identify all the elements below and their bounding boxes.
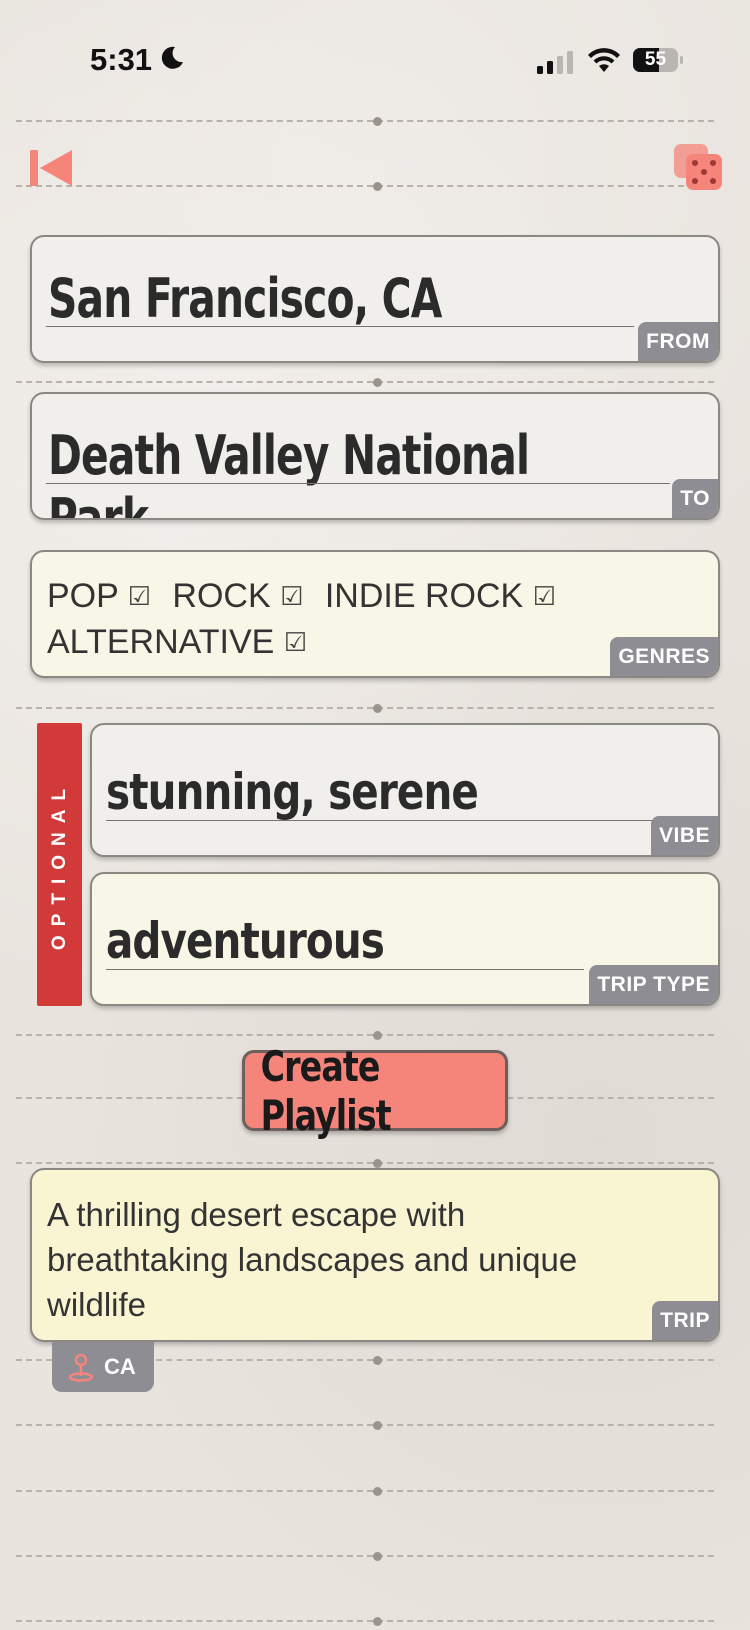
genre-item[interactable]: INDIE ROCK ☑: [325, 574, 556, 620]
trip-description: A thrilling desert escape with breathtak…: [47, 1196, 578, 1323]
moon-icon: [161, 46, 183, 69]
to-underline: [46, 483, 670, 484]
cellular-signal-icon: [537, 51, 573, 74]
ruled-line: [16, 704, 714, 713]
from-underline: [46, 326, 634, 327]
to-value: Death Valley National Park: [48, 424, 530, 520]
ruled-line: [16, 1031, 714, 1040]
checkbox-icon: ☑: [280, 582, 304, 612]
vibe-field[interactable]: stunning, serene VIBE: [90, 723, 720, 857]
wifi-icon: [588, 48, 620, 72]
vibe-value: stunning, serene: [106, 763, 479, 821]
trip-type-underline: [106, 969, 584, 970]
ruled-line: [16, 378, 714, 387]
checkbox-icon: ☑: [127, 582, 151, 612]
genres-list: POP ☑ ROCK ☑ INDIE ROCK ☑ ALTERNATIVE ☑: [47, 574, 598, 666]
trip-type-field[interactable]: adventurous TRIP TYPE: [90, 872, 720, 1006]
battery-level: 55: [644, 49, 667, 70]
location-pin-icon: [68, 1353, 94, 1382]
trip-card: A thrilling desert escape with breathtak…: [30, 1168, 720, 1342]
checkbox-icon: ☑: [283, 628, 308, 658]
battery-icon: 55: [632, 46, 684, 74]
ruled-line: [16, 1159, 714, 1168]
skip-back-icon[interactable]: [30, 148, 76, 188]
genre-item[interactable]: POP ☑: [47, 574, 151, 620]
status-time: 5:31: [90, 42, 153, 77]
vibe-tag: VIBE: [650, 816, 718, 855]
location-chip[interactable]: CA: [52, 1342, 154, 1392]
genre-item[interactable]: ALTERNATIVE ☑: [47, 620, 307, 666]
ruled-line: [16, 1552, 714, 1561]
to-field[interactable]: Death Valley National Park TO: [30, 392, 720, 520]
ruled-line: [16, 1617, 714, 1626]
optional-label: OPTIONAL: [48, 779, 70, 950]
create-playlist-label: Create Playlist: [260, 1041, 392, 1140]
ruled-line: [16, 1487, 714, 1496]
checkbox-icon: ☑: [532, 582, 556, 612]
ruled-line: [16, 1421, 714, 1430]
genres-tag: GENRES: [610, 637, 718, 676]
trip-tag: TRIP: [652, 1301, 718, 1340]
dice-icon[interactable]: [672, 142, 724, 192]
genre-item[interactable]: ROCK ☑: [172, 574, 303, 620]
status-bar: 5:31 55: [0, 0, 750, 110]
from-field[interactable]: San Francisco, CA FROM: [30, 235, 720, 363]
trip-type-value: adventurous: [106, 912, 385, 970]
from-value: San Francisco, CA: [48, 267, 442, 330]
create-playlist-button[interactable]: Create Playlist: [242, 1042, 508, 1140]
location-label: CA: [104, 1354, 136, 1379]
ruled-line: [16, 182, 714, 191]
genres-field[interactable]: POP ☑ ROCK ☑ INDIE ROCK ☑ ALTERNATIVE ☑ …: [30, 550, 720, 678]
ruled-line: [16, 117, 714, 126]
from-tag: FROM: [638, 322, 718, 361]
vibe-underline: [106, 820, 652, 821]
optional-band: OPTIONAL: [37, 723, 82, 1006]
to-tag: TO: [672, 479, 718, 518]
trip-type-tag: TRIP TYPE: [589, 965, 718, 1004]
